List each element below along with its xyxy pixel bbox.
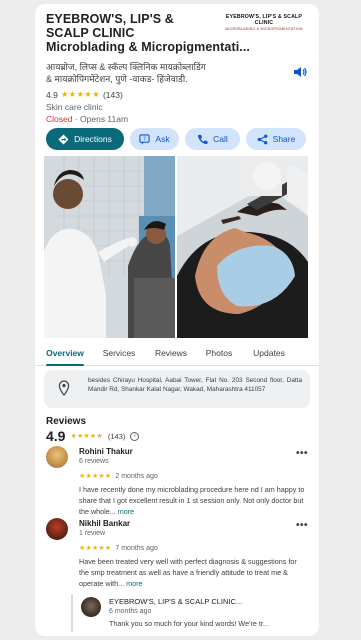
owner-reply-text: Thank you so much for your kind words! W… — [109, 619, 269, 628]
review-count: (143) — [102, 89, 123, 100]
native-name-line-2: & मायक्रोपिगमेंटेशन, पुणे -वाकड- हिंजेवा… — [46, 74, 188, 84]
photo-procedure-1[interactable] — [44, 156, 175, 338]
tab-reviews[interactable]: Reviews — [154, 344, 188, 365]
business-name-line-2: SCALP CLINIC — [46, 26, 135, 40]
ask-button[interactable]: ? Ask — [130, 128, 179, 150]
tab-photos[interactable]: Photos — [204, 344, 234, 365]
logo-main-text: EYEBROW'S, LIP'S & SCALP CLINIC — [225, 14, 303, 26]
action-buttons: Directions ? Ask Call Share — [46, 128, 306, 150]
review-more-link[interactable]: more — [126, 579, 142, 588]
business-name-line-3: Microblading & Micropigmentati... — [46, 40, 251, 54]
native-name-line-1: आयब्रोज, लिप्स & स्कॅल्प क्लिनिक मायक्रो… — [46, 62, 206, 72]
svg-text:?: ? — [143, 136, 146, 142]
review-time: 2 months ago — [115, 472, 158, 480]
ask-icon: ? — [139, 133, 151, 145]
photo-procedure-2-image — [177, 156, 308, 338]
review-item: Rohini Thakur 6 reviews ••• ★★★★★ 2 mont… — [46, 446, 308, 520]
review-text: Have been treated very well with perfect… — [79, 556, 307, 589]
call-label: Call — [213, 134, 228, 144]
review-text-body: I have recently done my microblading pro… — [79, 485, 305, 516]
avatar[interactable] — [46, 518, 68, 540]
call-icon — [198, 134, 208, 144]
category: Skin care clinic — [46, 102, 103, 112]
native-business-name: आयब्रोज, लिप्स & स्कॅल्प क्लिनिक मायक्रो… — [46, 61, 276, 85]
review-stars: ★★★★★ — [79, 473, 112, 480]
rating-row[interactable]: 4.9 ★★★★★ (143) — [46, 89, 123, 100]
call-button[interactable]: Call — [185, 128, 240, 150]
tab-services[interactable]: Services — [102, 344, 136, 365]
owner-reply: EYEBROW'S, LIP'S & SCALP CLINIC... 6 mon… — [71, 594, 309, 632]
tab-bar: Overview Services Reviews Photos Updates — [35, 344, 319, 366]
reviews-count: (143) — [107, 431, 126, 441]
review-text-body: Have been treated very well with perfect… — [79, 557, 297, 588]
directions-button[interactable]: Directions — [46, 128, 124, 150]
location-pin-icon — [58, 380, 70, 396]
open-status[interactable]: Closed · Opens 11am — [46, 114, 128, 124]
logo-sub-text: MICROBLADING & MICROPIGMENTATION — [225, 27, 303, 31]
owner-reply-time: 6 months ago — [109, 608, 152, 615]
review-item: Nikhil Bankar 1 review ••• ★★★★★ 7 month… — [46, 518, 308, 592]
review-meta: ★★★★★ 2 months ago — [79, 472, 158, 481]
review-more-link[interactable]: more — [118, 507, 134, 516]
address-card[interactable]: besides Chirayu Hospital, Aabai Tower, F… — [44, 370, 310, 408]
avatar[interactable] — [46, 446, 68, 468]
photo-gallery[interactable] — [44, 156, 308, 338]
review-author[interactable]: Rohini Thakur — [79, 447, 133, 456]
share-button[interactable]: Share — [246, 128, 306, 150]
speaker-icon[interactable] — [293, 66, 307, 78]
owner-avatar — [81, 597, 101, 617]
rating-stars: ★★★★★ — [60, 89, 100, 99]
review-text: I have recently done my microblading pro… — [79, 484, 307, 517]
review-stars: ★★★★★ — [79, 545, 112, 552]
review-time: 7 months ago — [115, 544, 158, 552]
ask-label: Ask — [155, 134, 170, 144]
photo-procedure-2[interactable] — [177, 156, 308, 338]
tab-overview[interactable]: Overview — [46, 344, 84, 366]
reviews-score: 4.9 — [46, 428, 66, 444]
more-options-icon[interactable]: ••• — [296, 520, 308, 531]
address-text: besides Chirayu Hospital, Aabai Tower, F… — [88, 377, 302, 393]
review-author-count: 1 review — [79, 530, 106, 537]
share-icon — [257, 134, 268, 144]
reviews-summary: 4.9 ★★★★★ (143) i — [46, 428, 140, 444]
business-logo: EYEBROW'S, LIP'S & SCALP CLINIC MICROBLA… — [217, 14, 311, 31]
owner-reply-author: EYEBROW'S, LIP'S & SCALP CLINIC... — [109, 597, 243, 606]
business-name-line-1: EYEBROW'S, LIP'S & — [46, 12, 174, 26]
business-name: EYEBROW'S, LIP'S & SCALP CLINIC Microbla… — [46, 12, 251, 54]
info-icon[interactable]: i — [130, 431, 140, 441]
reviews-stars: ★★★★★ — [70, 433, 103, 440]
place-card: EYEBROW'S, LIP'S & SCALP CLINIC Microbla… — [35, 4, 319, 636]
review-meta: ★★★★★ 7 months ago — [79, 544, 158, 553]
status-closed: Closed — [46, 114, 73, 124]
reviews-heading: Reviews — [46, 416, 87, 427]
tab-updates[interactable]: Updates — [252, 344, 286, 365]
photo-procedure-1-image — [44, 156, 175, 338]
share-label: Share — [272, 134, 296, 144]
directions-label: Directions — [74, 134, 112, 144]
more-options-icon[interactable]: ••• — [296, 448, 308, 459]
directions-icon — [58, 133, 69, 145]
rating-value: 4.9 — [46, 89, 58, 100]
status-opens: · Opens 11am — [72, 114, 129, 124]
review-author[interactable]: Nikhil Bankar — [79, 519, 130, 528]
review-author-count: 6 reviews — [79, 458, 109, 465]
